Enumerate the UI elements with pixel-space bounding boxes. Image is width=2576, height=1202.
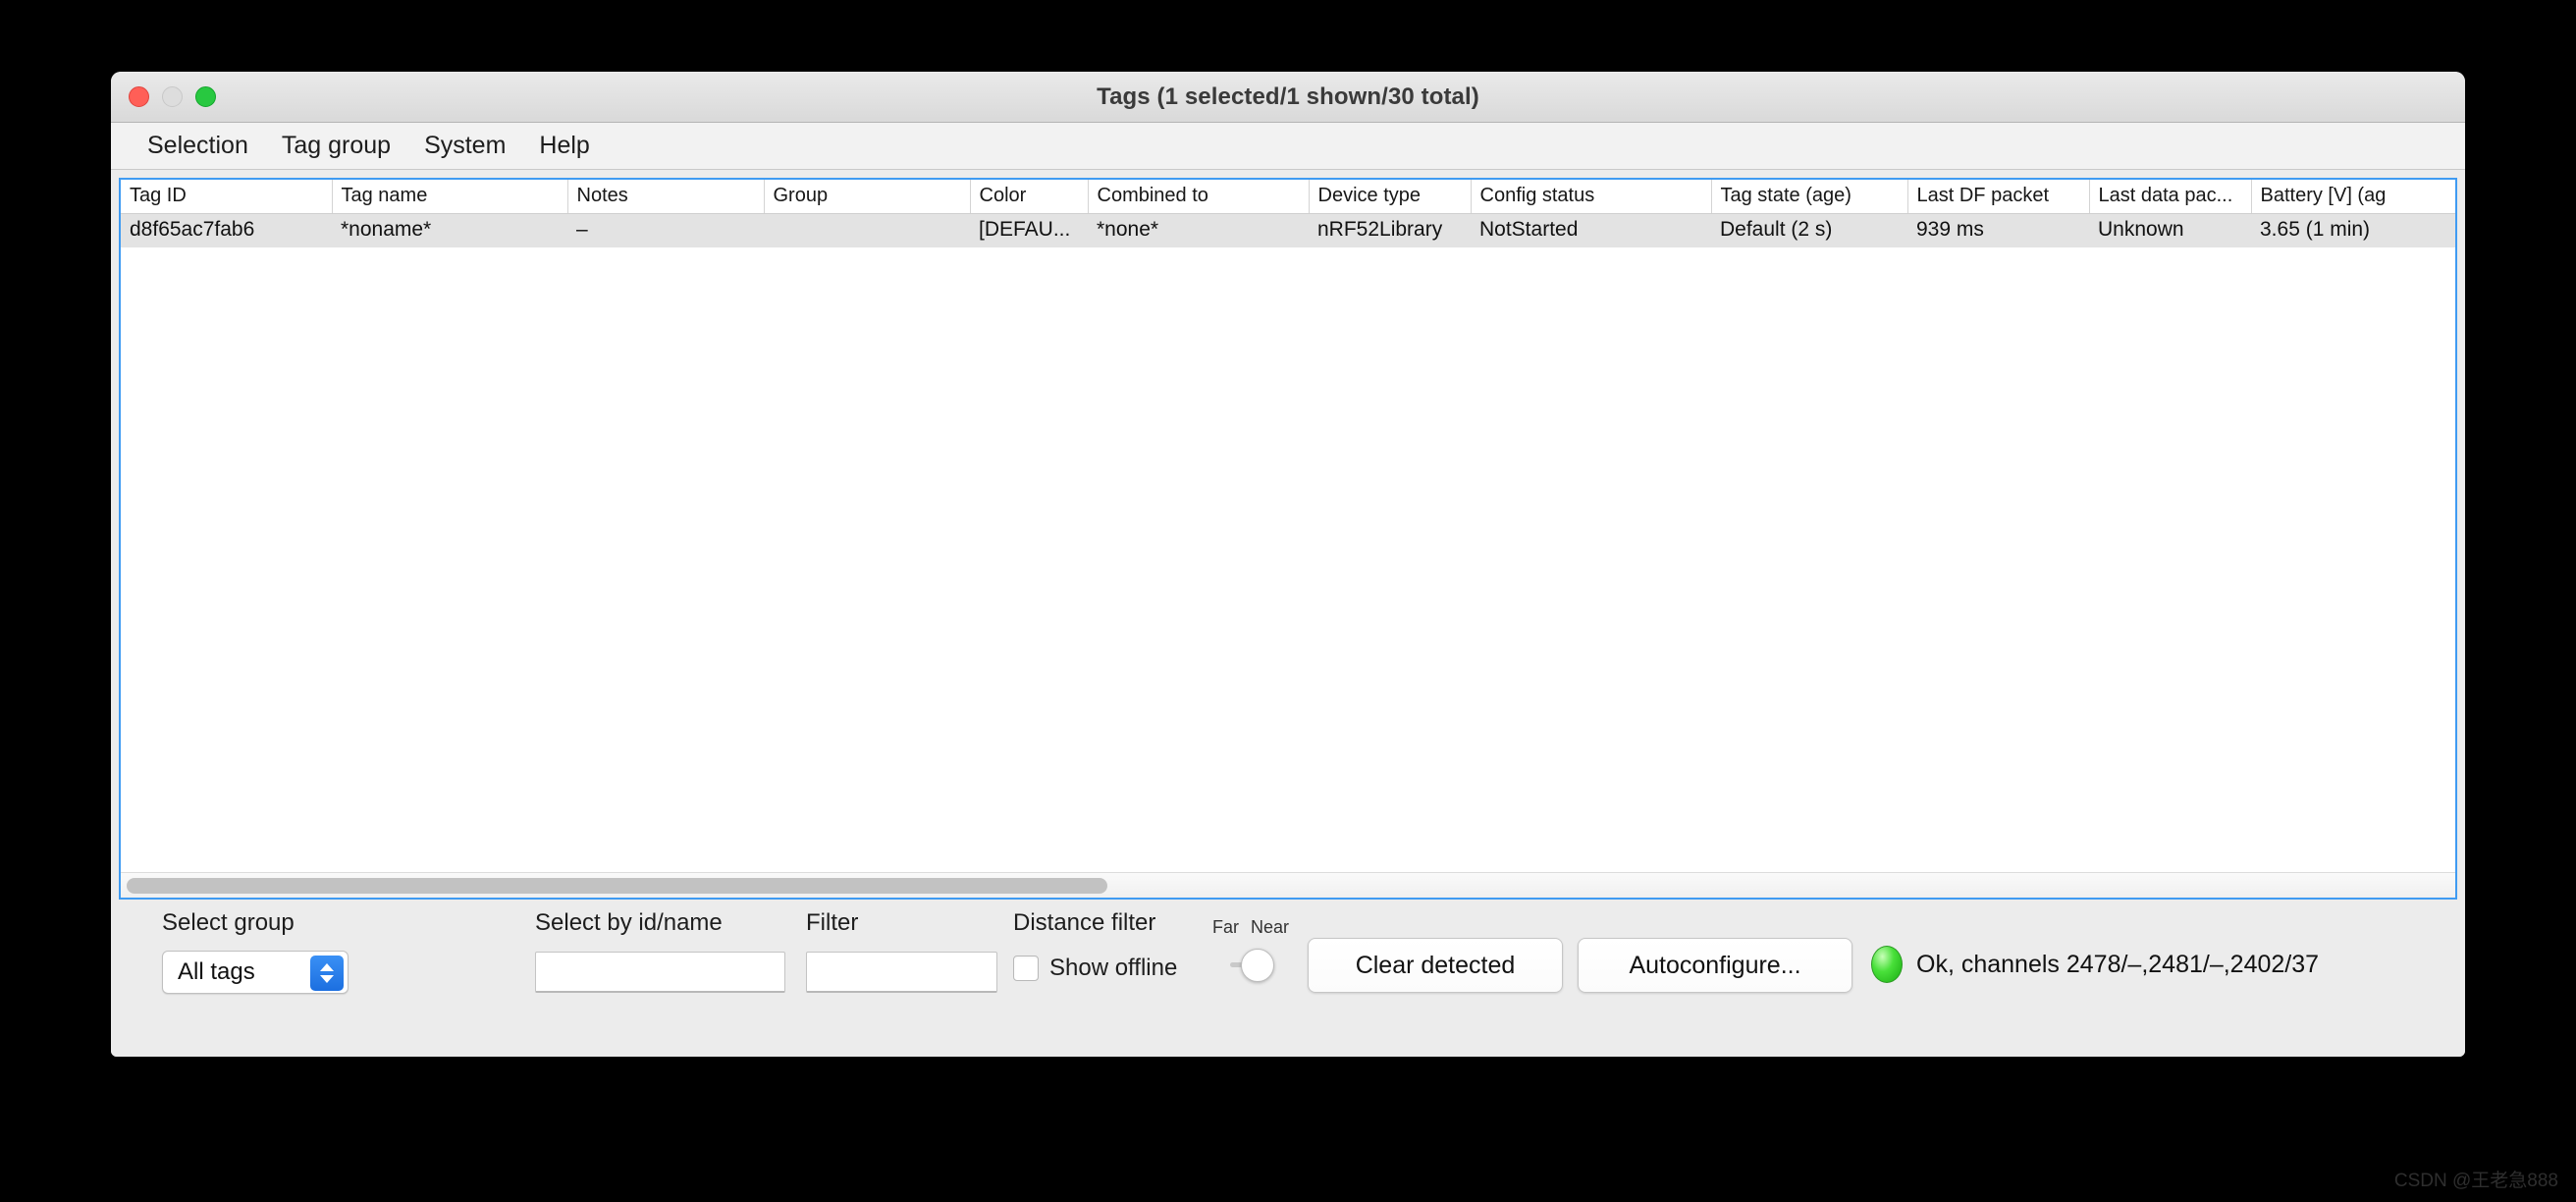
watermark: CSDN @王老急888 <box>2393 1171 2558 1191</box>
distance-filter-label: Distance filter <box>1013 909 1156 936</box>
window-titlebar: Tags (1 selected/1 shown/30 total) <box>111 72 2465 123</box>
column-header-battery[interactable]: Battery [V] (ag <box>2251 180 2455 214</box>
cell-notes: – <box>567 213 764 247</box>
show-offline-checkbox[interactable] <box>1013 956 1039 981</box>
cell-combined-to: *none* <box>1088 213 1309 247</box>
cell-last-data: Unknown <box>2089 213 2251 247</box>
column-header-tag-name[interactable]: Tag name <box>332 180 568 214</box>
tags-table-header: Tag ID Tag name Notes Group Color Combin… <box>121 180 2455 214</box>
window-controls <box>129 86 216 107</box>
table-header-row: Tag ID Tag name Notes Group Color Combin… <box>121 180 2455 214</box>
table-row[interactable]: d8f65ac7fab6 *noname* – [DEFAU... *none*… <box>121 213 2455 247</box>
cell-tag-state: Default (2 s) <box>1711 213 1907 247</box>
horizontal-scrollbar[interactable] <box>121 872 2455 898</box>
zoom-button[interactable] <box>195 86 216 107</box>
menu-item-tag-group[interactable]: Tag group <box>265 132 407 160</box>
screen-root: Tags (1 selected/1 shown/30 total) Selec… <box>0 0 2576 1202</box>
control-panel: Select group All tags Select by id/name … <box>111 900 2465 1057</box>
menu-item-selection[interactable]: Selection <box>131 132 265 160</box>
chevron-updown-icon[interactable] <box>310 956 344 991</box>
slider-near-label: Near <box>1251 917 1290 937</box>
status-indicator: Ok, channels 2478/–,2481/–,2402/37 <box>1871 946 2319 983</box>
filter-input[interactable] <box>806 952 997 993</box>
column-header-notes[interactable]: Notes <box>567 180 765 214</box>
menu-item-help[interactable]: Help <box>522 132 606 160</box>
cell-tag-name: *noname* <box>332 213 567 247</box>
cell-battery: 3.65 (1 min) <box>2251 213 2455 247</box>
column-header-tag-state[interactable]: Tag state (age) <box>1711 180 1908 214</box>
select-by-id-name-label: Select by id/name <box>535 909 723 936</box>
tags-table-scroll[interactable]: Tag ID Tag name Notes Group Color Combin… <box>121 180 2455 872</box>
distance-slider-labels: Far Near <box>1212 917 1289 938</box>
chevron-up-icon <box>320 963 334 971</box>
window-title: Tags (1 selected/1 shown/30 total) <box>1097 82 1479 110</box>
status-led-icon <box>1871 946 1903 983</box>
show-offline-label: Show offline <box>1049 955 1178 981</box>
clear-detected-button[interactable]: Clear detected <box>1308 938 1563 993</box>
cell-device-type: nRF52Library <box>1309 213 1471 247</box>
slider-far-label: Far <box>1212 917 1239 937</box>
close-button[interactable] <box>129 86 149 107</box>
filter-label: Filter <box>806 909 859 936</box>
tags-table: Tag ID Tag name Notes Group Color Combin… <box>121 180 2455 247</box>
status-text: Ok, channels 2478/–,2481/–,2402/37 <box>1916 950 2320 978</box>
select-group-value: All tags <box>178 958 255 985</box>
tags-table-container: Tag ID Tag name Notes Group Color Combin… <box>119 178 2457 900</box>
menu-item-system[interactable]: System <box>407 132 522 160</box>
cell-config-status: NotStarted <box>1471 213 1711 247</box>
column-header-last-df[interactable]: Last DF packet <box>1907 180 2090 214</box>
select-group-dropdown[interactable]: All tags <box>162 951 349 994</box>
cell-group <box>764 213 970 247</box>
tags-table-body: d8f65ac7fab6 *noname* – [DEFAU... *none*… <box>121 213 2455 247</box>
column-header-last-data[interactable]: Last data pac... <box>2089 180 2252 214</box>
column-header-combined-to[interactable]: Combined to <box>1088 180 1310 214</box>
column-header-tag-id[interactable]: Tag ID <box>121 180 333 214</box>
column-header-group[interactable]: Group <box>764 180 971 214</box>
cell-color: [DEFAU... <box>970 213 1088 247</box>
autoconfigure-button[interactable]: Autoconfigure... <box>1578 938 1852 993</box>
select-by-id-name-input[interactable] <box>535 952 785 993</box>
column-header-config-status[interactable]: Config status <box>1471 180 1712 214</box>
scrollbar-thumb[interactable] <box>127 878 1107 894</box>
minimize-button[interactable] <box>162 86 183 107</box>
cell-last-df: 939 ms <box>1907 213 2089 247</box>
menubar: Selection Tag group System Help <box>111 123 2465 170</box>
show-offline-row[interactable]: Show offline <box>1013 955 1177 982</box>
tags-window: Tags (1 selected/1 shown/30 total) Selec… <box>111 72 2465 1057</box>
chevron-down-icon <box>320 975 334 983</box>
cell-tag-id: d8f65ac7fab6 <box>121 213 332 247</box>
column-header-color[interactable]: Color <box>970 180 1089 214</box>
distance-slider-knob[interactable] <box>1241 949 1274 982</box>
column-header-device-type[interactable]: Device type <box>1309 180 1472 214</box>
select-group-label: Select group <box>162 909 295 936</box>
